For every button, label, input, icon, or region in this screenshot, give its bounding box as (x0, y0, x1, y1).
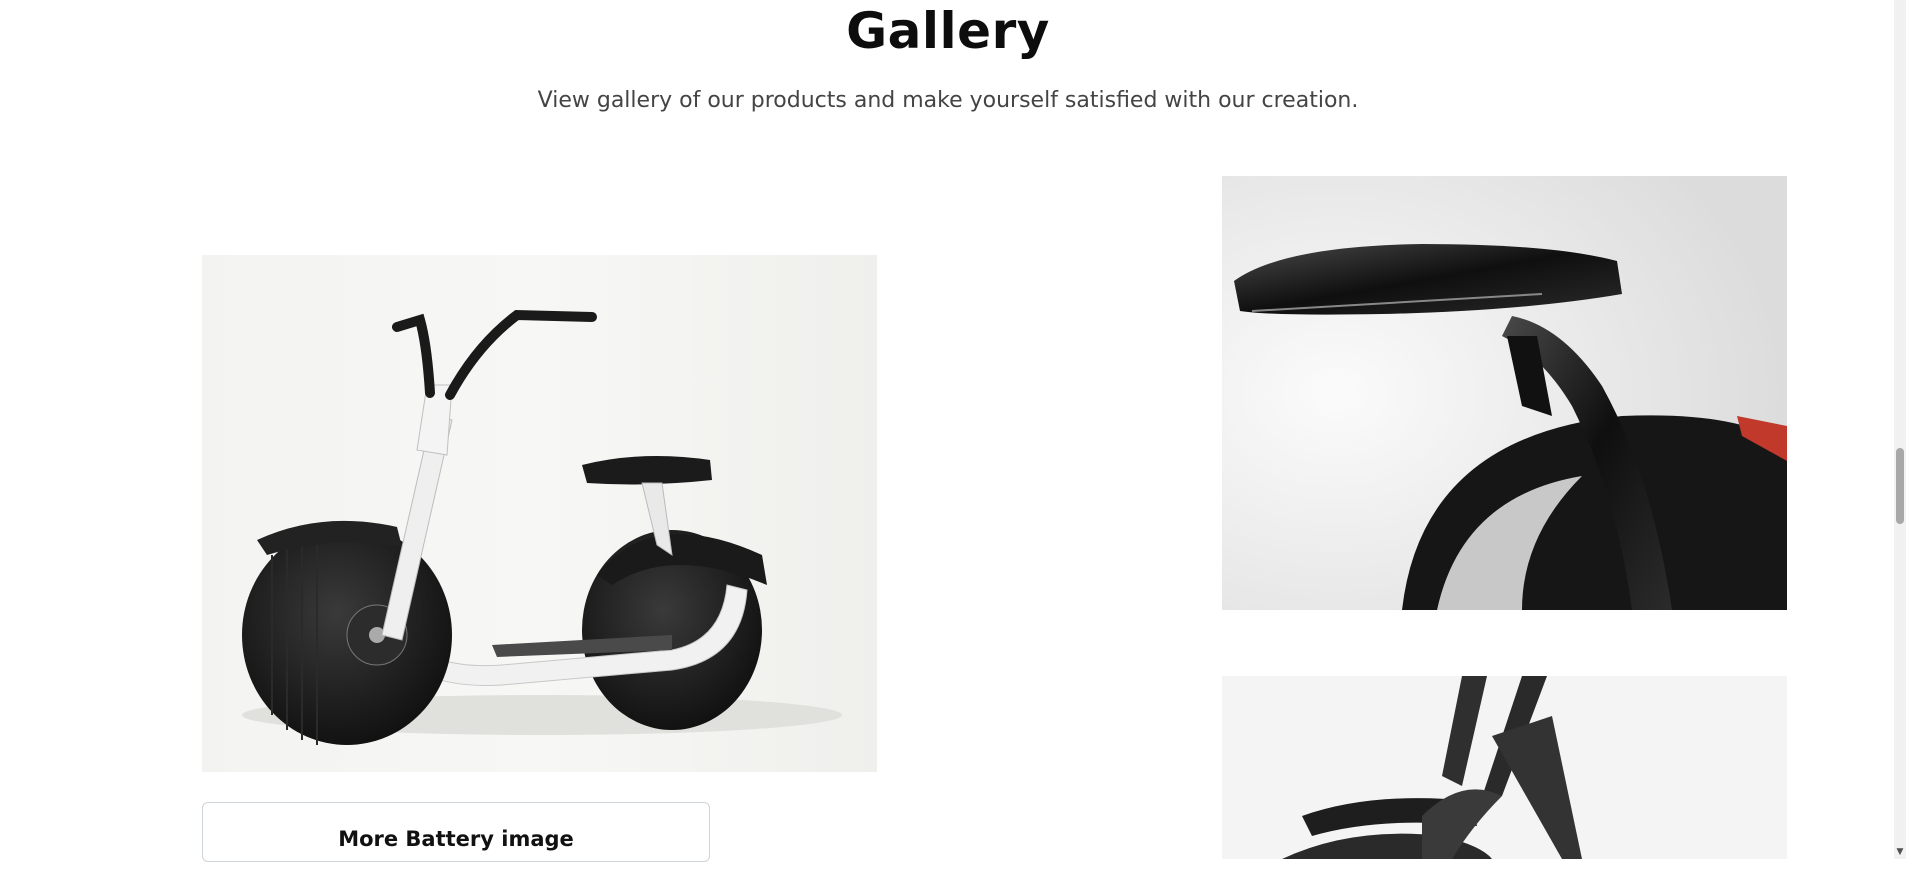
gallery-title: Gallery (846, 2, 1050, 60)
gallery-subtitle: View gallery of our products and make yo… (537, 88, 1359, 113)
gallery-image-seat[interactable] (1222, 176, 1787, 610)
gallery-image-scooter[interactable] (202, 255, 877, 772)
page-scrollbar[interactable]: ▼ (1894, 0, 1906, 859)
seat-illustration (1222, 176, 1787, 610)
chevron-down-icon[interactable]: ▼ (1895, 847, 1905, 857)
scrollbar-thumb[interactable] (1896, 448, 1904, 524)
more-battery-image-button[interactable]: More Battery image (202, 802, 710, 862)
frame-illustration (1222, 676, 1787, 859)
gallery-image-frame[interactable] (1222, 676, 1787, 859)
scooter-illustration (202, 255, 877, 772)
